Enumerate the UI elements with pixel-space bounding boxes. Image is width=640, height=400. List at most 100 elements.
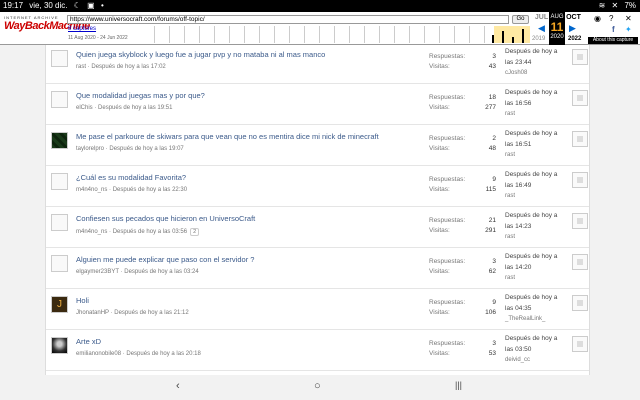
last-post[interactable]: Después de hoy a las 23:44 cJosh08	[505, 46, 567, 79]
thread-row[interactable]: Arte xD emilianonobile08 · Después de hoy…	[46, 330, 589, 371]
thread-date: Después de hoy a las 21:12	[114, 310, 189, 316]
last-poster-avatar[interactable]	[572, 172, 588, 188]
last-poster-avatar[interactable]	[572, 295, 588, 311]
last-post[interactable]: Después de hoy a las 14:20 rast	[505, 251, 567, 284]
last-post[interactable]: Después de hoy a las 14:23 rast	[505, 210, 567, 243]
thread-title[interactable]: ¿Cuál es su modalidad Favorita?	[76, 173, 186, 182]
twitter-icon[interactable]: ✦	[625, 25, 632, 34]
last-poster-avatar[interactable]	[572, 254, 588, 270]
thread-meta: elChis · Después de hoy a las 19:51	[76, 105, 173, 111]
thread-title[interactable]: Alguien me puede explicar que paso con e…	[76, 255, 254, 264]
thread-meta: elgaymer23BYT · Después de hoy a las 03:…	[76, 269, 199, 275]
last-post[interactable]: Después de hoy a las 16:51 rast	[505, 128, 567, 161]
next-arrow-icon[interactable]: ▶	[569, 23, 576, 34]
thread-author[interactable]: m4n4no_ns	[76, 229, 107, 235]
status-bar: 19:17 vie, 30 dic. ☾ ▣ • ≋ ✕ 7%	[0, 0, 640, 12]
last-poster-avatar[interactable]	[572, 213, 588, 229]
views-count: 115	[485, 186, 496, 193]
thread-row[interactable]: Que modalidad juegas mas y por que? elChi…	[46, 84, 589, 125]
thread-author[interactable]: taylorelpro	[76, 146, 104, 152]
thread-date: Después de hoy a las 17:02	[91, 64, 166, 70]
author-avatar[interactable]	[51, 91, 68, 108]
help-icon[interactable]: ?	[609, 14, 613, 23]
user-icon[interactable]: ◉	[594, 14, 601, 23]
close-icon[interactable]: ✕	[625, 14, 632, 23]
sparkline-bar	[492, 35, 494, 43]
home-icon[interactable]: ○	[314, 380, 321, 392]
last-post-time[interactable]: Después de hoy a las 16:56	[505, 87, 567, 109]
thread-title[interactable]: Holi	[76, 296, 89, 305]
last-post[interactable]: Después de hoy a las 04:35 _TheRealLink_	[505, 292, 567, 325]
last-poster-avatar[interactable]	[572, 49, 588, 65]
thread-title[interactable]: Que modalidad juegas mas y por que?	[76, 91, 205, 100]
thread-author[interactable]: JhonatanHP	[76, 310, 109, 316]
thread-title[interactable]: Me pase el parkoure de skiwars para que …	[76, 132, 379, 141]
last-post[interactable]: Después de hoy a las 03:50 deivid_cc	[505, 333, 567, 366]
thread-author[interactable]: elgaymer23BYT	[76, 269, 119, 275]
last-post-user[interactable]: rast	[505, 191, 567, 202]
capture-range: 11 Aug 2020 - 24 Jun 2022	[68, 35, 128, 41]
thread-author[interactable]: elChis	[76, 105, 93, 111]
author-avatar[interactable]	[51, 132, 68, 149]
prev-arrow-icon[interactable]: ◀	[538, 23, 545, 34]
next-month[interactable]: OCT	[566, 14, 581, 21]
author-avatar[interactable]: J	[51, 296, 68, 313]
go-button[interactable]: Go	[512, 15, 529, 24]
thread-row[interactable]: ¿Cuál es su modalidad Favorita? m4n4no_ns…	[46, 166, 589, 207]
thread-title[interactable]: Confiesen sus pecados que hicieron en Un…	[76, 214, 255, 223]
prev-month[interactable]: JUL	[534, 14, 549, 21]
page-badge[interactable]: 2	[190, 228, 200, 236]
last-post-user[interactable]: rast	[505, 109, 567, 120]
author-avatar[interactable]	[51, 214, 68, 231]
replies-count: 21	[488, 217, 496, 224]
wayback-toolbar: INTERNET ARCHIVE WayBackMachine https://…	[0, 12, 640, 45]
last-post-user[interactable]: rast	[505, 273, 567, 284]
last-poster-avatar[interactable]	[572, 90, 588, 106]
last-poster-avatar[interactable]	[572, 336, 588, 352]
wayback-logo[interactable]: INTERNET ARCHIVE WayBackMachine	[4, 15, 90, 41]
thread-meta: taylorelpro · Después de hoy a las 19:07	[76, 146, 184, 152]
thread-date: Después de hoy a las 19:51	[98, 105, 173, 111]
last-post-time[interactable]: Después de hoy a las 23:44	[505, 46, 567, 68]
capture-sparkline[interactable]	[140, 26, 530, 43]
last-post-time[interactable]: Después de hoy a las 04:35	[505, 292, 567, 314]
thread-author[interactable]: emilianonobile08	[76, 351, 121, 357]
thread-row[interactable]: Me pase el parkoure de skiwars para que …	[46, 125, 589, 166]
author-avatar[interactable]	[51, 255, 68, 272]
thread-title[interactable]: Quien juega skyblock y luego fue a jugar…	[76, 50, 325, 59]
last-post-user[interactable]: rast	[505, 232, 567, 243]
last-post-user[interactable]: deivid_cc	[505, 355, 567, 366]
last-post[interactable]: Después de hoy a las 16:56 rast	[505, 87, 567, 120]
next-year[interactable]: 2022	[568, 36, 581, 42]
last-poster-avatar[interactable]	[572, 131, 588, 147]
last-post[interactable]: Después de hoy a las 16:49 rast	[505, 169, 567, 202]
prev-year[interactable]: 2019	[532, 36, 545, 42]
thread-row[interactable]: Alguien me puede explicar que paso con e…	[46, 248, 589, 289]
thread-author[interactable]: rast	[76, 64, 86, 70]
last-post-user[interactable]: _TheRealLink_	[505, 314, 567, 325]
last-post-user[interactable]: rast	[505, 150, 567, 161]
last-post-user[interactable]: cJosh08	[505, 68, 567, 79]
thread-row[interactable]: Confiesen sus pecados que hicieron en Un…	[46, 207, 589, 248]
last-post-time[interactable]: Después de hoy a las 16:49	[505, 169, 567, 191]
author-avatar[interactable]	[51, 337, 68, 354]
recents-icon[interactable]: |||	[455, 380, 462, 390]
captures-link[interactable]: 8 captures	[68, 26, 96, 32]
facebook-icon[interactable]: f	[612, 25, 615, 34]
views-count: 291	[485, 227, 496, 234]
thread-row[interactable]: Quien juega skyblock y luego fue a jugar…	[46, 45, 589, 84]
last-post-time[interactable]: Después de hoy a las 16:51	[505, 128, 567, 150]
last-post-time[interactable]: Después de hoy a las 14:20	[505, 251, 567, 273]
author-avatar[interactable]	[51, 173, 68, 190]
about-capture-link[interactable]: About this capture	[588, 37, 638, 44]
author-avatar[interactable]	[51, 50, 68, 67]
views-count: 106	[485, 309, 496, 316]
thread-author[interactable]: m4n4no_ns	[76, 187, 107, 193]
views-count: 48	[488, 145, 496, 152]
last-post-time[interactable]: Después de hoy a las 03:50	[505, 333, 567, 355]
thread-row[interactable]: J Holi JhonatanHP · Después de hoy a las 2…	[46, 289, 589, 330]
thread-title[interactable]: Arte xD	[76, 337, 101, 346]
back-icon[interactable]: ‹	[176, 380, 180, 392]
url-input[interactable]: https://www.universocraft.com/forums/off…	[67, 15, 509, 24]
last-post-time[interactable]: Después de hoy a las 14:23	[505, 210, 567, 232]
